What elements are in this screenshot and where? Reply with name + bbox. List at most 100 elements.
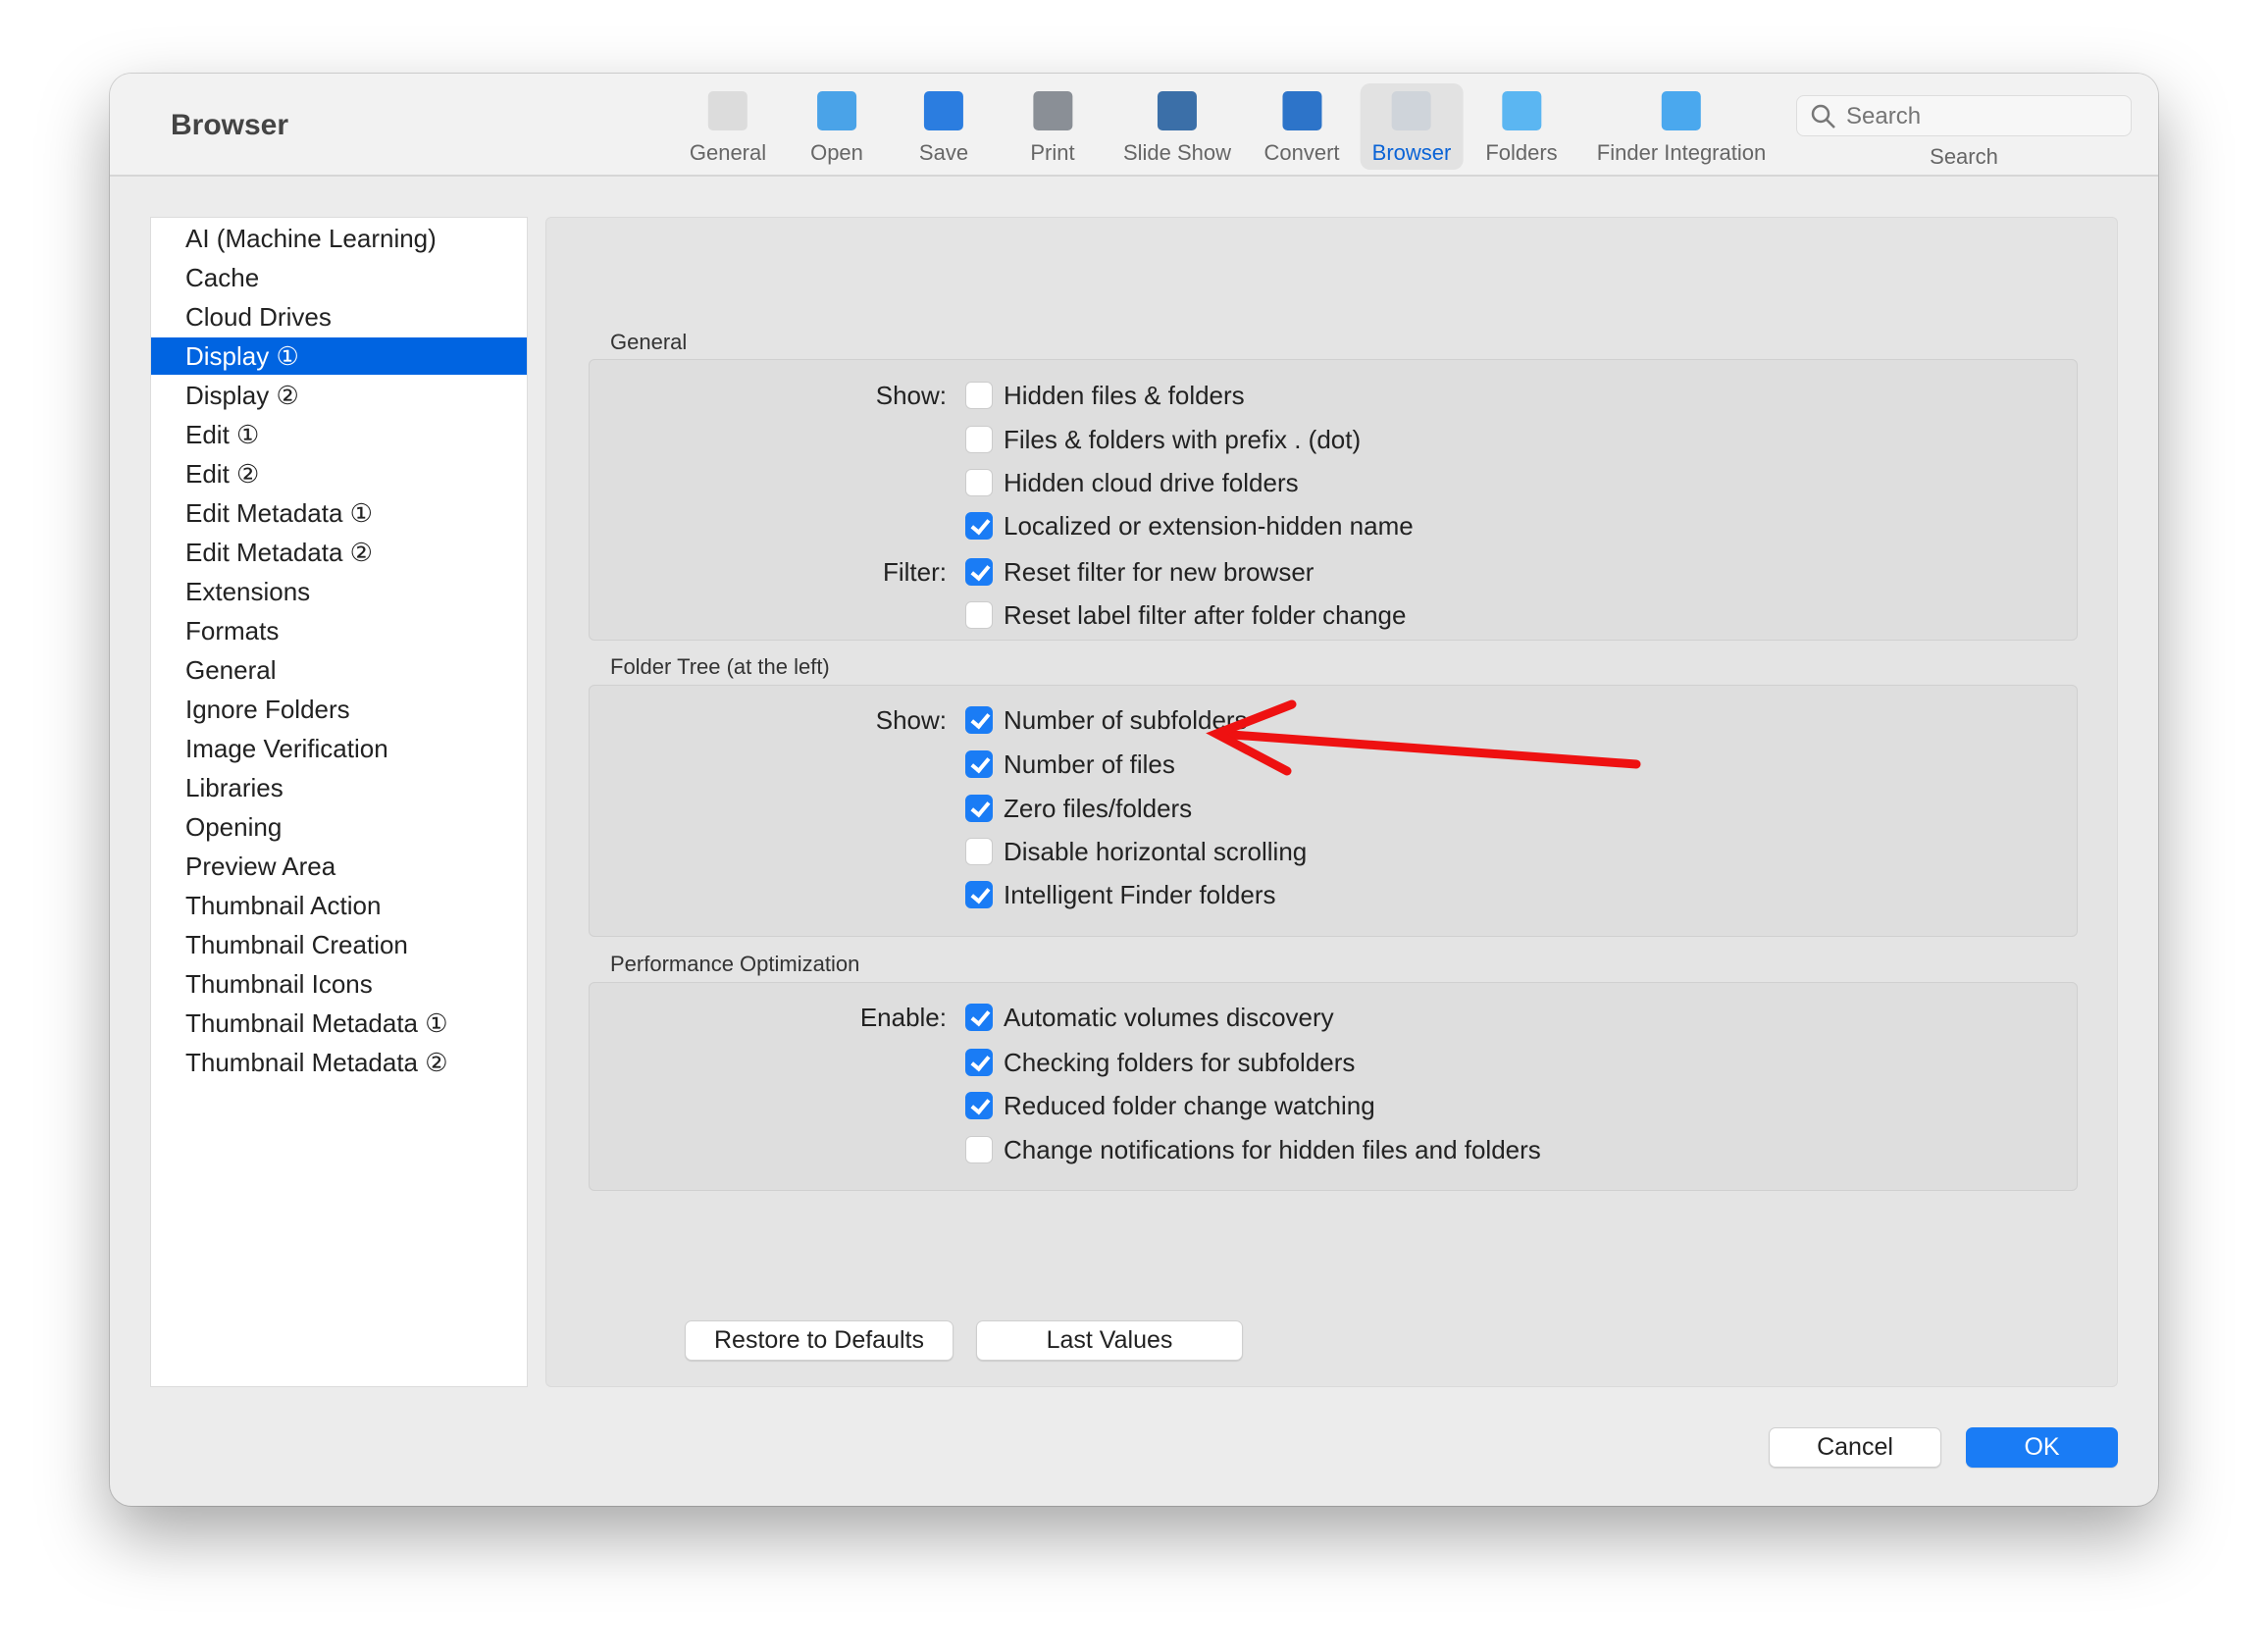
toolbar-item-label: Slide Show <box>1122 140 1232 165</box>
sidebar-item[interactable]: Preview Area <box>151 848 527 885</box>
toolbar: Browser General Open Save Print Slide Show Co… <box>110 74 2158 177</box>
checkbox-label[interactable]: Reduced folder change watching <box>1004 1091 1375 1121</box>
checkbox-row: Disable horizontal scrolling <box>546 835 2117 868</box>
checkbox-label[interactable]: Change notifications for hidden files an… <box>1004 1135 1541 1165</box>
sidebar-item[interactable]: Edit Metadata ② <box>151 534 527 571</box>
sidebar-item[interactable]: Edit ① <box>151 416 527 453</box>
sidebar-item[interactable]: Edit ② <box>151 455 527 492</box>
row-label: Enable: <box>859 1002 947 1032</box>
toolbar-item-open[interactable]: Open <box>799 83 875 170</box>
checkbox[interactable] <box>965 382 993 409</box>
sidebar-item[interactable]: Display ② <box>151 377 527 414</box>
sidebar-item[interactable]: Thumbnail Metadata ① <box>151 1005 527 1042</box>
checkbox[interactable] <box>965 750 993 778</box>
checkbox[interactable] <box>965 881 993 908</box>
toolbar-item-convert[interactable]: Convert <box>1252 83 1351 170</box>
checkbox[interactable] <box>965 601 993 629</box>
checkbox-row: Files & folders with prefix . (dot) <box>546 423 2117 456</box>
group-title: Performance Optimization <box>610 952 860 976</box>
sidebar-item[interactable]: Display ① <box>151 337 527 375</box>
toolbar-item-label: Browser <box>1371 140 1452 165</box>
toolbar-item-save[interactable]: Save <box>907 83 980 170</box>
checkbox-label[interactable]: Reset label filter after folder change <box>1004 600 1406 631</box>
file-formats-icon <box>924 91 963 130</box>
toolbar-item-label: Print <box>1030 140 1075 165</box>
checkbox-row: Show: Hidden files & folders <box>546 379 2117 412</box>
folder-ext-icon <box>1662 91 1701 130</box>
browser-icon <box>1392 91 1431 130</box>
checkbox-label[interactable]: Automatic volumes discovery <box>1004 1003 1334 1033</box>
ok-button[interactable]: OK <box>1966 1427 2118 1468</box>
toolbar-item-print[interactable]: Print <box>1018 83 1086 170</box>
checkbox[interactable] <box>965 512 993 540</box>
checkbox-label[interactable]: Number of subfolders <box>1004 705 1248 736</box>
checkbox-label[interactable]: Files & folders with prefix . (dot) <box>1004 425 1361 455</box>
checkbox-row: Filter: Reset filter for new browser <box>546 555 2117 589</box>
checkbox-label[interactable]: Number of files <box>1004 749 1175 780</box>
checkbox[interactable] <box>965 838 993 865</box>
sidebar-item[interactable]: Cloud Drives <box>151 298 527 336</box>
toolbar-item-label: Convert <box>1263 140 1340 165</box>
checkbox-row: Hidden cloud drive folders <box>546 466 2117 499</box>
checkbox[interactable] <box>965 1049 993 1076</box>
checkbox-label[interactable]: Checking folders for subfolders <box>1004 1048 1355 1078</box>
sidebar-item[interactable]: Image Verification <box>151 730 527 767</box>
checkbox-label[interactable]: Hidden files & folders <box>1004 381 1245 411</box>
toolbar-item-folders[interactable]: Folders <box>1473 83 1569 170</box>
search-field[interactable] <box>1796 95 2132 136</box>
sidebar-item[interactable]: Opening <box>151 808 527 846</box>
toolbar-item-slide-show[interactable]: Slide Show <box>1111 83 1243 170</box>
row-label: Show: <box>875 380 947 410</box>
sidebar: AI (Machine Learning) Cache Cloud Drives Di… <box>150 217 528 1387</box>
cancel-button[interactable]: Cancel <box>1769 1427 1941 1468</box>
last-values-button[interactable]: Last Values <box>976 1320 1243 1361</box>
printer-icon <box>1033 91 1072 130</box>
search-input[interactable] <box>1846 102 2121 131</box>
sidebar-item[interactable]: General <box>151 651 527 689</box>
checkbox-row: Number of files <box>546 748 2117 781</box>
sidebar-item[interactable]: Thumbnail Creation <box>151 926 527 963</box>
checkbox-row: Zero files/folders <box>546 792 2117 825</box>
checkbox[interactable] <box>965 1092 993 1119</box>
checkbox[interactable] <box>965 1004 993 1031</box>
switch-icon <box>708 91 747 130</box>
checkbox[interactable] <box>965 469 993 496</box>
sidebar-item[interactable]: Ignore Folders <box>151 691 527 728</box>
checkbox-row: Show: Number of subfolders <box>546 703 2117 737</box>
sidebar-item[interactable]: Extensions <box>151 573 527 610</box>
checkbox-label[interactable]: Hidden cloud drive folders <box>1004 468 1299 498</box>
checkbox-label[interactable]: Localized or extension-hidden name <box>1004 511 1414 542</box>
toolbar-item-finder-integration[interactable]: Finder Integration <box>1585 83 1778 170</box>
sidebar-item[interactable]: Libraries <box>151 769 527 806</box>
group-title: General <box>610 330 688 354</box>
restore-defaults-button[interactable]: Restore to Defaults <box>685 1320 954 1361</box>
window-title: Browser <box>171 109 289 141</box>
checkbox[interactable] <box>965 795 993 822</box>
checkbox-label[interactable]: Reset filter for new browser <box>1004 557 1314 588</box>
sidebar-item[interactable]: Thumbnail Action <box>151 887 527 924</box>
toolbar-item-general[interactable]: General <box>678 83 778 170</box>
sidebar-item[interactable]: AI (Machine Learning) <box>151 220 527 257</box>
preferences-window: Browser General Open Save Print Slide Show Co… <box>110 74 2158 1506</box>
sidebar-item[interactable]: Thumbnail Icons <box>151 965 527 1003</box>
convert-icon <box>1281 91 1321 130</box>
folder-brush-icon <box>816 91 856 130</box>
search-label: Search <box>1930 144 1998 169</box>
checkbox-label[interactable]: Zero files/folders <box>1004 794 1192 824</box>
checkbox[interactable] <box>965 706 993 734</box>
toolbar-item-browser[interactable]: Browser <box>1360 83 1464 170</box>
group-title: Folder Tree (at the left) <box>610 654 830 679</box>
checkbox[interactable] <box>965 1136 993 1163</box>
folder-photo-icon <box>1501 91 1541 130</box>
sidebar-item[interactable]: Edit Metadata ① <box>151 494 527 532</box>
sidebar-item[interactable]: Formats <box>151 612 527 649</box>
checkbox-row: Checking folders for subfolders <box>546 1046 2117 1079</box>
sidebar-item[interactable]: Thumbnail Metadata ② <box>151 1044 527 1081</box>
toolbar-item-label: Finder Integration <box>1596 140 1767 165</box>
checkbox-label[interactable]: Disable horizontal scrolling <box>1004 837 1307 867</box>
checkbox-label[interactable]: Intelligent Finder folders <box>1004 880 1275 910</box>
sidebar-item[interactable]: Cache <box>151 259 527 296</box>
checkbox[interactable] <box>965 558 993 586</box>
checkbox[interactable] <box>965 426 993 453</box>
checkbox-row: Enable: Automatic volumes discovery <box>546 1001 2117 1034</box>
